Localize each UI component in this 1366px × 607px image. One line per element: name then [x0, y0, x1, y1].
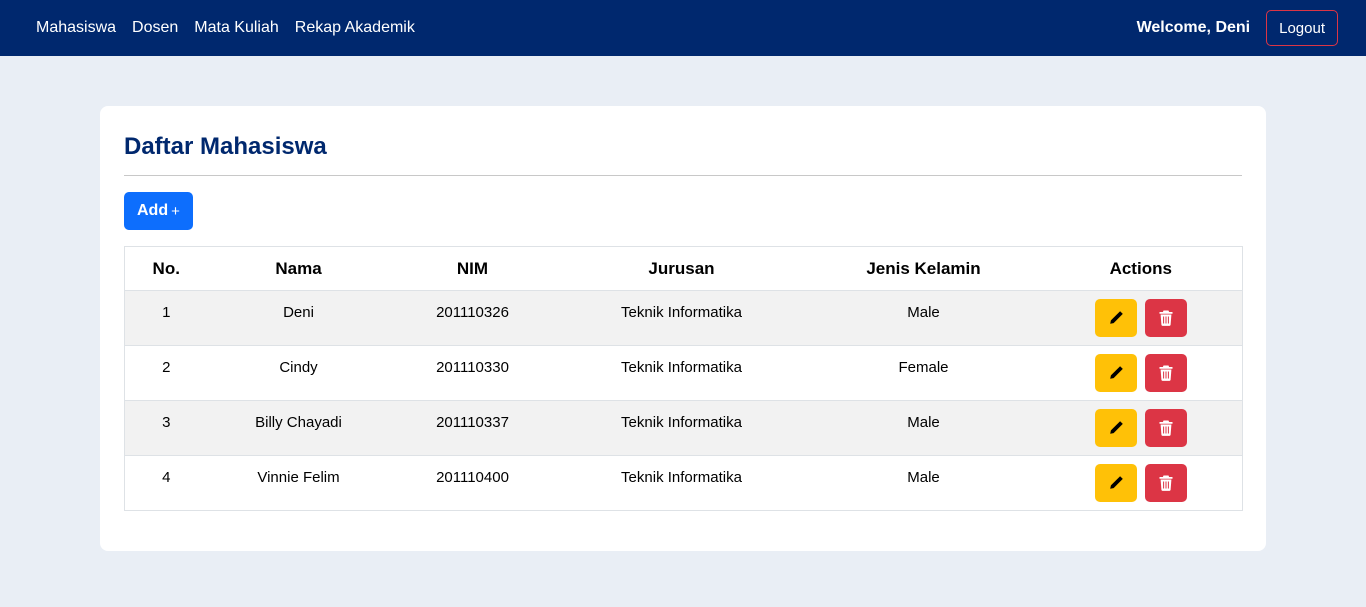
pencil-icon — [1109, 311, 1123, 324]
divider — [124, 175, 1242, 176]
cell-nim: 201110326 — [389, 290, 556, 346]
top-navbar: Mahasiswa Dosen Mata Kuliah Rekap Akadem… — [0, 0, 1366, 56]
cell-actions — [1039, 290, 1243, 346]
nav-link-mata-kuliah[interactable]: Mata Kuliah — [194, 19, 279, 37]
add-button[interactable]: Add + — [124, 192, 193, 230]
nav-link-mahasiswa[interactable]: Mahasiswa — [36, 19, 116, 37]
trash-icon — [1159, 420, 1173, 436]
edit-button[interactable] — [1094, 409, 1137, 447]
edit-button[interactable] — [1094, 354, 1137, 392]
cell-jurusan: Teknik Informatika — [555, 400, 808, 456]
nav-link-dosen[interactable]: Dosen — [132, 19, 178, 37]
cell-actions — [1039, 400, 1243, 456]
pencil-icon — [1109, 421, 1123, 434]
cell-no: 2 — [124, 345, 208, 401]
delete-button[interactable] — [1144, 299, 1187, 337]
cell-nim: 201110400 — [389, 455, 556, 511]
column-header-no: No. — [124, 246, 208, 291]
column-header-actions: Actions — [1039, 246, 1243, 291]
delete-button[interactable] — [1144, 354, 1187, 392]
trash-icon — [1159, 310, 1173, 326]
column-header-jurusan: Jurusan — [555, 246, 808, 291]
cell-no: 1 — [124, 290, 208, 346]
cell-jurusan: Teknik Informatika — [555, 290, 808, 346]
column-header-nim: NIM — [389, 246, 556, 291]
table-row: 3 Billy Chayadi 201110337 Teknik Informa… — [124, 400, 1243, 456]
cell-jenis-kelamin: Male — [807, 290, 1040, 346]
cell-nama: Deni — [207, 290, 390, 346]
cell-nama: Vinnie Felim — [207, 455, 390, 511]
pencil-icon — [1109, 366, 1123, 379]
edit-button[interactable] — [1094, 299, 1137, 337]
nav-user-area: Welcome, Deni Logout — [1137, 10, 1338, 46]
cell-jurusan: Teknik Informatika — [555, 345, 808, 401]
cell-no: 4 — [124, 455, 208, 511]
cell-no: 3 — [124, 400, 208, 456]
cell-jurusan: Teknik Informatika — [555, 455, 808, 511]
trash-icon — [1159, 365, 1173, 381]
cell-nama: Billy Chayadi — [207, 400, 390, 456]
nav-link-rekap-akademik[interactable]: Rekap Akademik — [295, 19, 415, 37]
edit-button[interactable] — [1094, 464, 1137, 502]
cell-actions — [1039, 455, 1243, 511]
logout-button[interactable]: Logout — [1266, 10, 1338, 46]
cell-nim: 201110330 — [389, 345, 556, 401]
add-button-label: Add — [137, 202, 169, 219]
table-row: 1 Deni 201110326 Teknik Informatika Male — [124, 290, 1243, 346]
cell-nim: 201110337 — [389, 400, 556, 456]
cell-nama: Cindy — [207, 345, 390, 401]
pencil-icon — [1109, 476, 1123, 489]
cell-jenis-kelamin: Female — [807, 345, 1040, 401]
cell-actions — [1039, 345, 1243, 401]
delete-button[interactable] — [1144, 464, 1187, 502]
plus-icon: + — [171, 202, 180, 220]
delete-button[interactable] — [1144, 409, 1187, 447]
cell-jenis-kelamin: Male — [807, 455, 1040, 511]
table-header-row: No. Nama NIM Jurusan Jenis Kelamin Actio… — [124, 246, 1243, 291]
welcome-text: Welcome, Deni — [1136, 19, 1251, 36]
table-row: 4 Vinnie Felim 201110400 Teknik Informat… — [124, 455, 1243, 511]
column-header-nama: Nama — [207, 246, 390, 291]
page-title: Daftar Mahasiswa — [124, 133, 327, 160]
table-row: 2 Cindy 201110330 Teknik Informatika Fem… — [124, 345, 1243, 401]
cell-jenis-kelamin: Male — [807, 400, 1040, 456]
mahasiswa-table: No. Nama NIM Jurusan Jenis Kelamin Actio… — [124, 246, 1243, 511]
column-header-jenis-kelamin: Jenis Kelamin — [807, 246, 1040, 291]
main-card: Daftar Mahasiswa Add + No. Nama NIM Juru… — [100, 106, 1266, 551]
nav-links: Mahasiswa Dosen Mata Kuliah Rekap Akadem… — [36, 19, 415, 37]
trash-icon — [1159, 475, 1173, 491]
